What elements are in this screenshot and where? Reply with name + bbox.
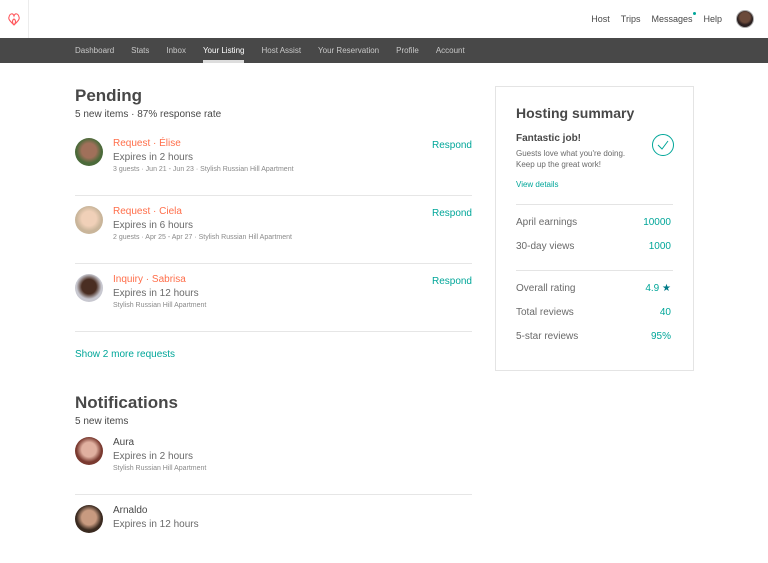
help-link[interactable]: Help: [703, 14, 722, 24]
stat-label: Overall rating: [516, 283, 576, 294]
nav-dashboard[interactable]: Dashboard: [75, 38, 114, 63]
respond-button[interactable]: Respond: [432, 140, 472, 151]
stat-value: 40: [659, 307, 671, 318]
stat-30-day-views: 30-day views 1000: [516, 241, 673, 265]
request-title[interactable]: Request · Élise: [113, 138, 472, 149]
guest-avatar: [75, 437, 103, 465]
nav-host-assist[interactable]: Host Assist: [261, 38, 301, 63]
pending-item: Request · Élise Expires in 2 hours 3 gue…: [75, 128, 472, 196]
user-avatar[interactable]: [736, 10, 754, 28]
notifications-subtitle: 5 new items: [75, 416, 129, 427]
notification-item: Aura Expires in 2 hours Stylish Russian …: [75, 427, 472, 495]
nav-inbox[interactable]: Inbox: [166, 38, 186, 63]
unread-dot-icon: [693, 12, 697, 15]
stat-value: 4.9: [645, 283, 660, 294]
notification-name[interactable]: Aura: [113, 437, 472, 448]
guest-avatar: [75, 274, 103, 302]
sub-nav: Dashboard Stats Inbox Your Listing Host …: [0, 38, 768, 63]
nav-account[interactable]: Account: [436, 38, 465, 63]
pending-subtitle: 5 new items · 87% response rate: [75, 109, 222, 120]
messages-label: Messages: [651, 14, 693, 24]
nav-stats[interactable]: Stats: [131, 38, 149, 63]
divider: [516, 270, 673, 271]
pending-item: Request · Ciela Expires in 6 hours 2 gue…: [75, 196, 472, 264]
stat-total-reviews: Total reviews 40: [516, 307, 673, 331]
pending-title: Pending: [75, 86, 143, 105]
divider: [516, 204, 673, 205]
respond-button[interactable]: Respond: [432, 276, 472, 287]
request-detail: 2 guests · Apr 25 - Apr 27 · Stylish Rus…: [113, 234, 292, 241]
main-column: Pending 5 new items · 87% response rate …: [75, 86, 472, 563]
inquiry-title[interactable]: Inquiry · Sabrisa: [113, 274, 472, 285]
summary-line-2: Keep up the great work!: [516, 160, 601, 169]
star-icon: ★: [662, 283, 671, 294]
stat-overall-rating: Overall rating 4.9 ★: [516, 283, 673, 307]
messages-link[interactable]: Messages: [651, 12, 697, 24]
nav-profile[interactable]: Profile: [396, 38, 419, 63]
summary-headline: Fantastic job!: [516, 133, 582, 144]
view-details-link[interactable]: View details: [516, 180, 673, 189]
guest-avatar: [75, 505, 103, 533]
request-detail: 3 guests · Jun 21 - Jun 23 · Stylish Rus…: [113, 166, 294, 173]
checkmark-icon: [652, 134, 674, 156]
host-link[interactable]: Host: [591, 14, 610, 24]
expires-text: Expires in 12 hours: [113, 519, 199, 530]
guest-avatar: [75, 138, 103, 166]
summary-line-1: Guests love what you're doing.: [516, 149, 626, 158]
stat-value: 10000: [643, 217, 671, 228]
top-bar: Host Trips Messages Help: [0, 0, 768, 38]
expires-text: Expires in 12 hours: [113, 288, 199, 299]
guest-avatar: [75, 206, 103, 234]
expires-text: Expires in 2 hours: [113, 451, 194, 462]
airbnb-logo-icon[interactable]: [0, 0, 29, 38]
request-detail: Stylish Russian Hill Apartment: [113, 302, 207, 309]
respond-button[interactable]: Respond: [432, 208, 472, 219]
stat-label: Total reviews: [516, 307, 574, 318]
stat-value: 1000: [648, 241, 671, 252]
show-more-requests-link[interactable]: Show 2 more requests: [75, 349, 472, 360]
expires-text: Expires in 2 hours: [113, 152, 194, 163]
notification-detail: Stylish Russian Hill Apartment: [113, 465, 207, 472]
stat-label: 5-star reviews: [516, 331, 579, 342]
notifications-title: Notifications: [75, 393, 178, 412]
stat-5-star-reviews: 5-star reviews 95%: [516, 331, 673, 355]
notification-name[interactable]: Arnaldo: [113, 505, 472, 516]
hosting-summary-card: Hosting summary Fantastic job! Guests lo…: [495, 86, 694, 371]
stat-april-earnings: April earnings 10000: [516, 217, 673, 241]
nav-your-listing[interactable]: Your Listing: [202, 38, 244, 63]
notification-item: Arnaldo Expires in 12 hours: [75, 495, 472, 563]
nav-your-reservation[interactable]: Your Reservation: [318, 38, 379, 63]
expires-text: Expires in 6 hours: [113, 220, 194, 231]
request-title[interactable]: Request · Ciela: [113, 206, 472, 217]
pending-item: Inquiry · Sabrisa Expires in 12 hours St…: [75, 264, 472, 332]
stat-label: April earnings: [516, 217, 578, 228]
summary-title: Hosting summary: [516, 105, 635, 121]
stat-value: 95%: [650, 331, 671, 342]
trips-link[interactable]: Trips: [621, 14, 641, 24]
stat-label: 30-day views: [516, 241, 575, 252]
